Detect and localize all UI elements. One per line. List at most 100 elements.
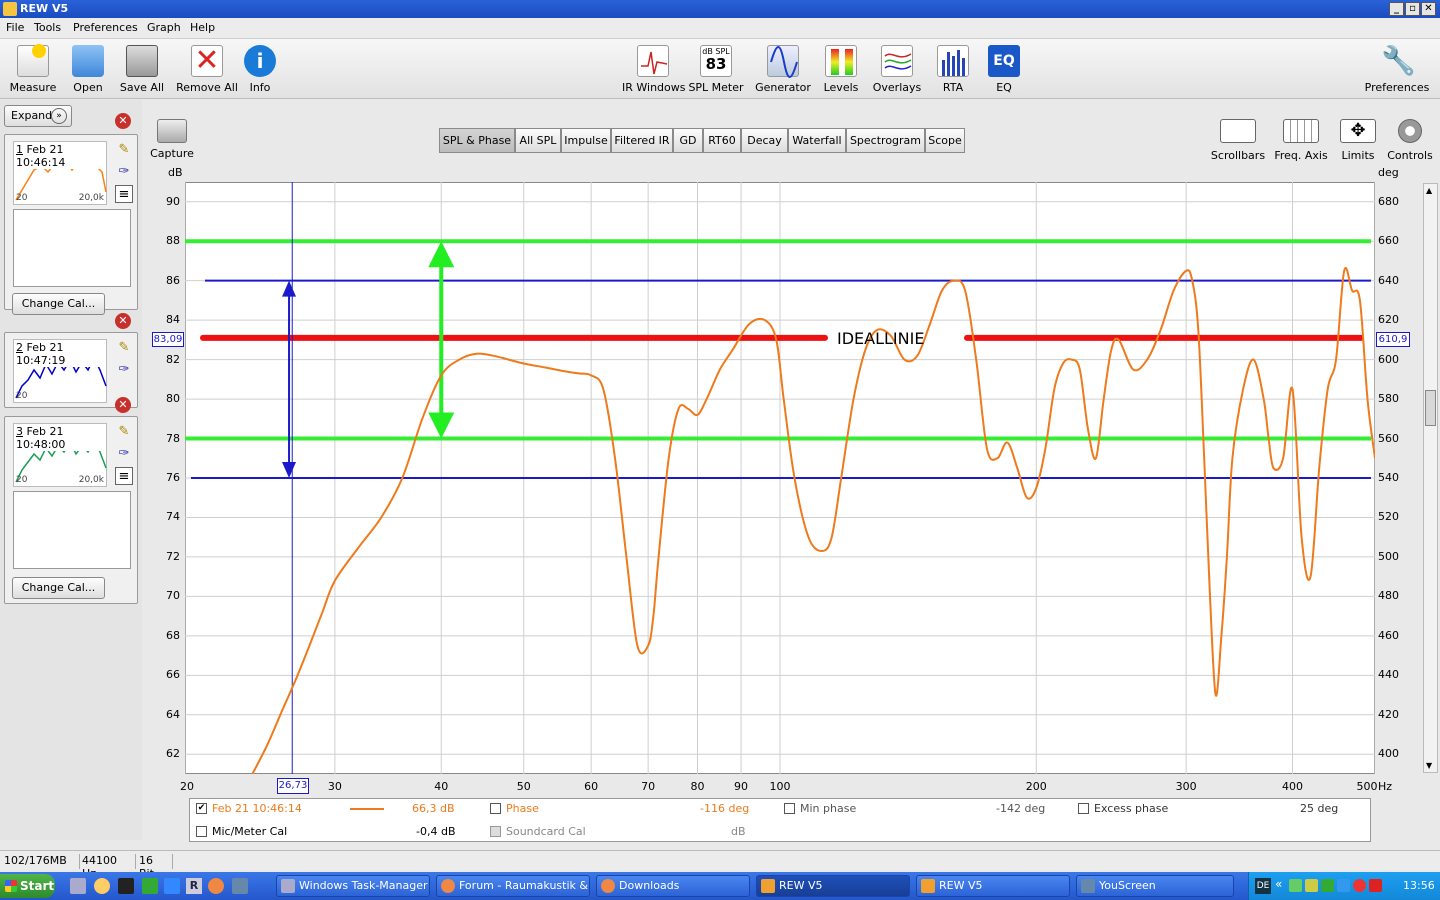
- scrollbar-thumb[interactable]: [1425, 390, 1436, 426]
- language-indicator[interactable]: DE: [1255, 878, 1271, 894]
- open-button[interactable]: Open: [64, 39, 112, 97]
- measurement-thumb-2[interactable]: 2 Feb 21 10:47:19 20: [13, 339, 107, 403]
- freq-axis-button[interactable]: Freq. Axis: [1274, 117, 1328, 175]
- color-measurement-2-icon[interactable]: ✑: [115, 361, 133, 379]
- task-downloads[interactable]: Downloads: [596, 875, 750, 897]
- legend-min-phase-label: Min phase: [800, 802, 857, 815]
- quicklaunch-messenger-icon[interactable]: [94, 878, 110, 894]
- change-cal-button-3[interactable]: Change Cal...: [12, 577, 105, 599]
- expand-button[interactable]: Expand »: [4, 105, 72, 127]
- tab-spectrogram[interactable]: Spectrogram: [846, 128, 925, 153]
- start-button[interactable]: Start: [0, 874, 55, 898]
- menu-help[interactable]: Help: [190, 21, 215, 34]
- title-bar: REW V5 _ ▫ ✕: [0, 0, 1440, 18]
- ir-windows-button[interactable]: IR Windows: [622, 39, 686, 97]
- overlays-button[interactable]: Overlays: [872, 39, 922, 97]
- tab-waterfall[interactable]: Waterfall: [788, 128, 846, 153]
- gear-icon: [1398, 119, 1422, 143]
- remove-measurement-1-icon[interactable]: ✕: [115, 113, 131, 129]
- tab-all-spl[interactable]: All SPL: [515, 128, 561, 153]
- edit-measurement-2-icon[interactable]: ✎: [115, 339, 133, 357]
- measurement-thumb-3[interactable]: 3 Feb 21 10:48:00 20 20,0k: [13, 423, 107, 487]
- phase-checkbox[interactable]: [490, 803, 501, 814]
- tray-battery-icon[interactable]: [1321, 879, 1334, 892]
- tab-rt60[interactable]: RT60: [703, 128, 741, 153]
- tray-app-icon[interactable]: [1337, 879, 1350, 892]
- tray-shield-icon[interactable]: [1369, 879, 1382, 892]
- preferences-button[interactable]: 🔧 Preferences: [1364, 39, 1430, 97]
- spl-meter-button[interactable]: dB SPL 83 SPL Meter: [688, 39, 744, 97]
- close-button[interactable]: ✕: [1421, 2, 1436, 16]
- tray-network-icon[interactable]: [1289, 879, 1302, 892]
- quicklaunch-desktop-icon[interactable]: [164, 878, 180, 894]
- edit-measurement-3-icon[interactable]: ✎: [115, 423, 133, 441]
- notes-measurement-1-icon[interactable]: ≡: [115, 185, 133, 203]
- info-button[interactable]: i Info: [242, 39, 278, 97]
- legend-excess-phase-label: Excess phase: [1094, 802, 1169, 815]
- vertical-scrollbar[interactable]: ▲ ▼: [1423, 183, 1438, 773]
- remove-measurement-2-icon[interactable]: ✕: [115, 313, 131, 329]
- eq-button[interactable]: EQ EQ: [984, 39, 1024, 97]
- quicklaunch-app-icon[interactable]: [118, 878, 134, 894]
- tab-gd[interactable]: GD: [673, 128, 703, 153]
- scrollbars-button[interactable]: Scrollbars: [1210, 117, 1266, 175]
- tray-security-icon[interactable]: [1353, 879, 1366, 892]
- task-task-manager[interactable]: Windows Task-Manager: [276, 875, 430, 897]
- task-rew-1[interactable]: REW V5: [756, 875, 910, 897]
- scroll-up-icon[interactable]: ▲: [1426, 186, 1432, 195]
- change-cal-button-1[interactable]: Change Cal...: [12, 293, 105, 315]
- quicklaunch-firefox-icon[interactable]: [208, 878, 224, 894]
- color-measurement-3-icon[interactable]: ✑: [115, 445, 133, 463]
- app-icon: [3, 2, 17, 16]
- mic-cal-checkbox[interactable]: [196, 826, 207, 837]
- quicklaunch-screen-icon[interactable]: [232, 878, 248, 894]
- measurement-thumb-1[interactable]: 1 Feb 21 10:46:14 20 20,0k: [13, 141, 107, 205]
- measurement-card-1[interactable]: ✕ 1 Feb 21 10:46:14 20 20,0k ✎ ✑ ≡: [4, 113, 138, 310]
- tray-expand-icon[interactable]: «: [1275, 877, 1282, 891]
- save-all-button[interactable]: Save All: [116, 39, 168, 97]
- arrow-head-up: [282, 280, 297, 297]
- tab-filtered-ir[interactable]: Filtered IR: [611, 128, 673, 153]
- quicklaunch-ie-icon[interactable]: [70, 878, 86, 894]
- legend-panel: ✔ Feb 21 10:46:14 66,3 dB Phase -116 deg…: [189, 798, 1371, 842]
- menu-graph[interactable]: Graph: [147, 21, 181, 34]
- minimize-button[interactable]: _: [1389, 2, 1404, 16]
- tab-spl-phase[interactable]: SPL & Phase: [439, 128, 515, 153]
- task-forum[interactable]: Forum - Raumakustik & ...: [436, 875, 590, 897]
- tray-volume-icon[interactable]: [1305, 879, 1318, 892]
- tab-decay[interactable]: Decay: [741, 128, 788, 153]
- measurement-checkbox[interactable]: ✔: [196, 803, 207, 814]
- task-youscreen[interactable]: YouScreen: [1076, 875, 1234, 897]
- ir-windows-icon: [637, 45, 669, 77]
- notes-measurement-3-icon[interactable]: ≡: [115, 467, 133, 485]
- tab-impulse[interactable]: Impulse: [561, 128, 611, 153]
- levels-button[interactable]: Levels: [818, 39, 864, 97]
- measurement-card-2[interactable]: ✕ 2 Feb 21 10:47:19 20 ✎ ✑: [4, 313, 138, 408]
- menu-preferences[interactable]: Preferences: [73, 21, 138, 34]
- task-rew-2[interactable]: REW V5: [916, 875, 1070, 897]
- measurement-card-3[interactable]: ✕ 3 Feb 21 10:48:00 20 20,0k ✎ ✑ ≡: [4, 397, 138, 604]
- generator-button[interactable]: Generator: [754, 39, 812, 97]
- menu-tools[interactable]: Tools: [34, 21, 61, 34]
- quicklaunch-r-icon[interactable]: R: [186, 878, 202, 894]
- color-measurement-1-icon[interactable]: ✑: [115, 163, 133, 181]
- measurement-notes-1[interactable]: [13, 209, 131, 287]
- menu-file[interactable]: File: [6, 21, 24, 34]
- y-tick-label-left: 70: [166, 589, 180, 603]
- edit-measurement-1-icon[interactable]: ✎: [115, 141, 133, 159]
- tab-scope[interactable]: Scope: [925, 128, 965, 153]
- measure-button[interactable]: Measure: [6, 39, 60, 97]
- remove-measurement-3-icon[interactable]: ✕: [115, 397, 131, 413]
- spl-chart[interactable]: IDEALLINIE: [185, 182, 1375, 774]
- quicklaunch-win-icon[interactable]: [142, 878, 158, 894]
- legend-spl-value: 66,3 dB: [412, 802, 455, 815]
- limits-button[interactable]: ✥ Limits: [1336, 117, 1380, 175]
- y-tick-label-left: 72: [166, 549, 180, 563]
- remove-all-button[interactable]: ✕ Remove All: [176, 39, 238, 97]
- min-phase-checkbox[interactable]: [784, 803, 795, 814]
- maximize-button[interactable]: ▫: [1405, 2, 1420, 16]
- measurement-notes-3[interactable]: [13, 491, 131, 569]
- scroll-down-icon[interactable]: ▼: [1426, 761, 1432, 770]
- excess-phase-checkbox[interactable]: [1078, 803, 1089, 814]
- rta-button[interactable]: RTA: [932, 39, 974, 97]
